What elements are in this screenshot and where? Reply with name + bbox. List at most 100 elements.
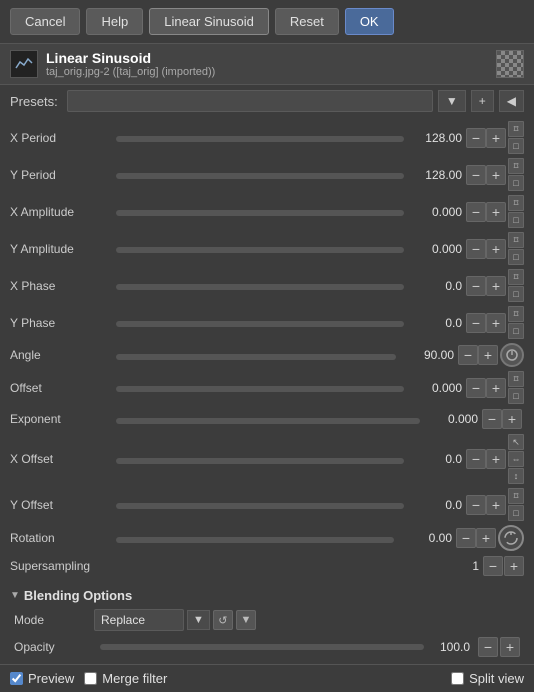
param-slider-4[interactable]	[116, 284, 404, 290]
param-minus-btn-8[interactable]: −	[482, 409, 502, 429]
param-plus-btn-8[interactable]: +	[502, 409, 522, 429]
merge-filter-checkbox[interactable]	[84, 672, 97, 685]
merge-filter-label: Merge filter	[102, 671, 167, 686]
param-link-icon-1[interactable]: ⌑	[508, 158, 524, 174]
param-slider-8[interactable]	[116, 418, 420, 424]
mode-select-arrow[interactable]: ▼	[187, 610, 210, 630]
param-extra-icon-7[interactable]: □	[508, 388, 524, 404]
param-slider-0[interactable]	[116, 136, 404, 142]
param-extra-icon-5[interactable]: □	[508, 323, 524, 339]
param-slider-7[interactable]	[116, 386, 404, 392]
param-minus-btn-6[interactable]: −	[458, 345, 478, 365]
param-plus-btn-7[interactable]: +	[486, 378, 506, 398]
param-square-icon-1[interactable]: □	[508, 175, 524, 191]
param-plus-btn-2[interactable]: +	[486, 202, 506, 222]
mode-row: Mode Replace ▼ ↺ ▼	[0, 606, 534, 634]
param-rot-btn-11[interactable]	[498, 525, 524, 551]
linear-sinusoid-button[interactable]: Linear Sinusoid	[149, 8, 269, 35]
param-link-icon-4[interactable]: ⌑	[508, 269, 524, 285]
param-plus-btn-3[interactable]: +	[486, 239, 506, 259]
supersampling-plus-btn[interactable]: +	[504, 556, 524, 576]
param-link-icon-3[interactable]: ⌑	[508, 232, 524, 248]
param-label-2: X Amplitude	[10, 205, 110, 219]
presets-select[interactable]	[67, 90, 433, 112]
param-label-10: Y Offset	[10, 498, 110, 512]
supersampling-minus-btn[interactable]: −	[483, 556, 503, 576]
param-plus-btn-6[interactable]: +	[478, 345, 498, 365]
param-slider-5[interactable]	[116, 321, 404, 327]
presets-add-button[interactable]: +	[471, 90, 494, 112]
param-plus-btn-11[interactable]: +	[476, 528, 496, 548]
param-minus-btn-3[interactable]: −	[466, 239, 486, 259]
ok-button[interactable]: OK	[345, 8, 394, 35]
param-minus-btn-4[interactable]: −	[466, 276, 486, 296]
preview-checkbox[interactable]	[10, 672, 23, 685]
blending-header[interactable]: ▼ Blending Options	[0, 585, 534, 606]
param-label-0: X Period	[10, 131, 110, 145]
opacity-value: 100.0	[430, 640, 470, 654]
param-minus-btn-1[interactable]: −	[466, 165, 486, 185]
opacity-plus-btn[interactable]: +	[500, 637, 520, 657]
param-plus-btn-5[interactable]: +	[486, 313, 506, 333]
param-minus-btn-5[interactable]: −	[466, 313, 486, 333]
merge-filter-checkbox-wrap[interactable]: Merge filter	[84, 671, 167, 686]
param-arrow-icon-9[interactable]: ↖	[508, 434, 524, 450]
param-link-icon-10[interactable]: ⌑	[508, 488, 524, 504]
supersampling-label: Supersampling	[10, 559, 110, 573]
param-plus-btn-4[interactable]: +	[486, 276, 506, 296]
param-extra-icon-10[interactable]: □	[508, 505, 524, 521]
param-square-icon-0[interactable]: □	[508, 138, 524, 154]
top-bar: Cancel Help Linear Sinusoid Reset OK	[0, 0, 534, 43]
param-value-0: 128.00	[410, 131, 462, 145]
param-extra-icon-4[interactable]: □	[508, 286, 524, 302]
split-view-checkbox[interactable]	[451, 672, 464, 685]
param-dial-6[interactable]	[500, 343, 524, 367]
param-minus-btn-11[interactable]: −	[456, 528, 476, 548]
mode-extra-btn[interactable]: ▼	[236, 610, 256, 630]
param-slider-2[interactable]	[116, 210, 404, 216]
preview-checkbox-wrap[interactable]: Preview	[10, 671, 74, 686]
param-link-icon-2[interactable]: ⌑	[508, 195, 524, 211]
cancel-button[interactable]: Cancel	[10, 8, 80, 35]
param-row-x-offset: X Offset0.0−+ ↖ ⇔ ↕	[0, 432, 534, 486]
param-side-icons-5: ⌑ □	[508, 306, 524, 339]
param-slider-1[interactable]	[116, 173, 404, 179]
mode-reset-btn[interactable]: ↺	[213, 610, 233, 630]
presets-dropdown-arrow[interactable]: ▼	[438, 90, 466, 112]
opacity-controls: − +	[478, 637, 520, 657]
param-slider-9[interactable]	[116, 458, 404, 464]
param-extra-icon-3[interactable]: □	[508, 249, 524, 265]
param-link-icon-0[interactable]: ⌑	[508, 121, 524, 137]
param-minus-btn-7[interactable]: −	[466, 378, 486, 398]
param-plus-btn-0[interactable]: +	[486, 128, 506, 148]
help-button[interactable]: Help	[86, 8, 143, 35]
param-minus-btn-9[interactable]: −	[466, 449, 486, 469]
mode-select[interactable]: Replace	[94, 609, 184, 631]
param-extra-icon-9[interactable]: ↕	[508, 468, 524, 484]
param-plus-btn-9[interactable]: +	[486, 449, 506, 469]
param-slider-11[interactable]	[116, 537, 394, 543]
param-side-icons-3: ⌑ □	[508, 232, 524, 265]
param-value-1: 128.00	[410, 168, 462, 182]
opacity-minus-btn[interactable]: −	[478, 637, 498, 657]
param-extra-icon-2[interactable]: □	[508, 212, 524, 228]
param-plus-btn-1[interactable]: +	[486, 165, 506, 185]
param-plus-btn-10[interactable]: +	[486, 495, 506, 515]
param-label-4: X Phase	[10, 279, 110, 293]
param-value-11: 0.00	[400, 531, 452, 545]
param-slider-3[interactable]	[116, 247, 404, 253]
param-link-icon-5[interactable]: ⌑	[508, 306, 524, 322]
split-view-checkbox-wrap[interactable]: Split view	[451, 671, 524, 686]
param-slider-10[interactable]	[116, 503, 404, 509]
presets-remove-button[interactable]: ◀	[499, 90, 524, 112]
param-minus-btn-10[interactable]: −	[466, 495, 486, 515]
param-link-icon-7[interactable]: ⌑	[508, 371, 524, 387]
param-minus-btn-2[interactable]: −	[466, 202, 486, 222]
param-row-x-phase: X Phase0.0−+ ⌑ □	[0, 267, 534, 304]
param-slider-wrap-5	[116, 315, 404, 330]
param-move-icon-9[interactable]: ⇔	[508, 451, 524, 467]
reset-button[interactable]: Reset	[275, 8, 339, 35]
param-minus-btn-0[interactable]: −	[466, 128, 486, 148]
param-slider-6[interactable]	[116, 354, 396, 360]
param-row-y-phase: Y Phase0.0−+ ⌑ □	[0, 304, 534, 341]
